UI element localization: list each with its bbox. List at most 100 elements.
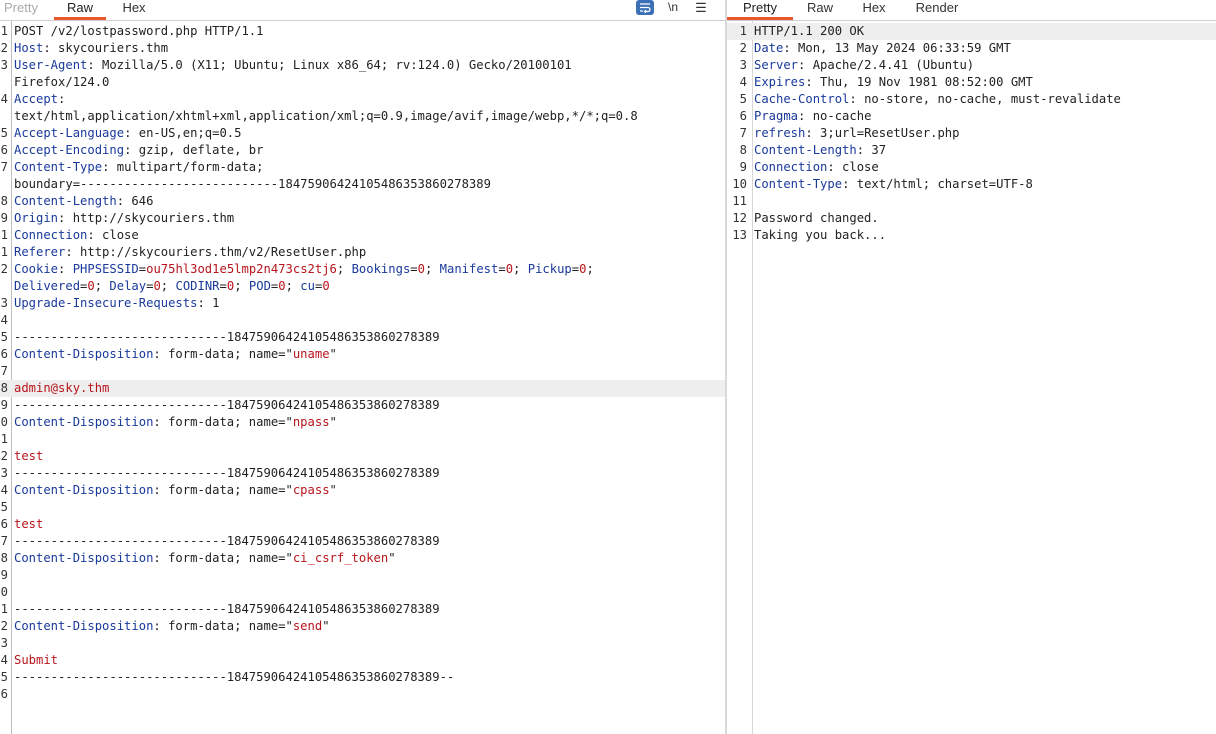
request-pane: Pretty Raw Hex \n ☰ 1 POST /v2/lostpasswo… xyxy=(0,0,726,734)
request-line[interactable]: 7 xyxy=(0,363,726,380)
line-text: Taking you back... xyxy=(754,227,886,244)
line-number: 3 xyxy=(0,296,8,310)
request-line[interactable]: 4 Accept: xyxy=(0,91,726,108)
line-number: 11 xyxy=(732,194,747,208)
response-line[interactable]: 7 refresh: 3;url=ResetUser.php xyxy=(727,125,1216,142)
line-number: 3 xyxy=(0,58,8,72)
line-text: Content-Disposition: form-data; name="se… xyxy=(14,618,330,635)
menu-icon[interactable]: ☰ xyxy=(692,0,710,17)
line-number: 7 xyxy=(0,534,8,548)
response-line[interactable]: 2 Date: Mon, 13 May 2024 06:33:59 GMT xyxy=(727,40,1216,57)
request-line[interactable]: 4 Content-Disposition: form-data; name="c… xyxy=(0,482,726,499)
request-line[interactable]: text/html,application/xhtml+xml,applicat… xyxy=(0,108,726,125)
line-number: 9 xyxy=(739,160,747,174)
request-line[interactable]: 1 Referer: http://skycouriers.thm/v2/Rese… xyxy=(0,244,726,261)
line-number: 8 xyxy=(0,194,8,208)
request-line[interactable]: Firefox/124.0 xyxy=(0,74,726,91)
request-line[interactable]: 9 Origin: http://skycouriers.thm xyxy=(0,210,726,227)
request-line[interactable]: boundary=---------------------------1847… xyxy=(0,176,726,193)
response-line[interactable]: 13 Taking you back... xyxy=(727,227,1216,244)
line-number: 1 xyxy=(739,24,747,38)
token-key: Accept-Language xyxy=(14,126,125,140)
request-toolbar: \n ☰ xyxy=(636,0,726,19)
request-line[interactable]: 8 Content-Length: 646 xyxy=(0,193,726,210)
response-line[interactable]: 6 Pragma: no-cache xyxy=(727,108,1216,125)
request-line[interactable]: 1 -----------------------------1847590642… xyxy=(0,601,726,618)
token-text: : 3;url=ResetUser.php xyxy=(805,126,960,140)
request-line[interactable]: 1 POST /v2/lostpassword.php HTTP/1.1 xyxy=(0,23,726,40)
response-line[interactable]: 9 Connection: close xyxy=(727,159,1216,176)
request-line[interactable]: 4 Submit xyxy=(0,652,726,669)
wrap-lines-icon[interactable] xyxy=(636,0,654,15)
request-line[interactable]: 5 Accept-Language: en-US,en;q=0.5 xyxy=(0,125,726,142)
line-number: 0 xyxy=(0,415,8,429)
tab-response-raw[interactable]: Raw xyxy=(803,0,837,19)
request-line[interactable]: 7 -----------------------------1847590642… xyxy=(0,533,726,550)
line-text: POST /v2/lostpassword.php HTTP/1.1 xyxy=(14,23,263,40)
request-line[interactable]: 2 test xyxy=(0,448,726,465)
request-line[interactable]: 5 -----------------------------1847590642… xyxy=(0,669,726,686)
token-text: = xyxy=(571,262,580,276)
request-line[interactable]: 9 -----------------------------1847590642… xyxy=(0,397,726,414)
tab-request-pretty[interactable]: Pretty xyxy=(0,0,42,19)
line-number: 9 xyxy=(0,568,8,582)
token-key: Origin xyxy=(14,211,59,225)
request-line[interactable]: 1 Connection: close xyxy=(0,227,726,244)
line-text: Pragma: no-cache xyxy=(754,108,871,125)
request-line[interactable]: 3 Upgrade-Insecure-Requests: 1 xyxy=(0,295,726,312)
request-line[interactable]: 2 Content-Disposition: form-data; name="s… xyxy=(0,618,726,635)
tab-request-raw[interactable]: Raw xyxy=(54,0,106,20)
request-line[interactable]: 1 xyxy=(0,431,726,448)
line-text: Date: Mon, 13 May 2024 06:33:59 GMT xyxy=(754,40,1011,57)
request-line[interactable]: 3 User-Agent: Mozilla/5.0 (X11; Ubuntu; L… xyxy=(0,57,726,74)
response-line[interactable]: 5 Cache-Control: no-store, no-cache, must… xyxy=(727,91,1216,108)
tab-response-pretty[interactable]: Pretty xyxy=(727,0,793,20)
request-line[interactable]: 6 xyxy=(0,686,726,703)
line-number: 10 xyxy=(732,177,747,191)
token-text: " xyxy=(329,415,337,429)
request-line[interactable]: 4 xyxy=(0,312,726,329)
response-line[interactable]: 1 HTTP/1.1 200 OK xyxy=(727,23,1216,40)
token-text: : no-store, no-cache, must-revalidate xyxy=(849,92,1121,106)
line-text: Upgrade-Insecure-Requests: 1 xyxy=(14,295,219,312)
request-line[interactable]: 8 admin@sky.thm xyxy=(0,380,726,397)
request-line[interactable]: 2 Host: skycouriers.thm xyxy=(0,40,726,57)
tab-request-hex[interactable]: Hex xyxy=(114,0,154,19)
tab-response-render[interactable]: Render xyxy=(911,0,963,19)
request-line[interactable]: 6 test xyxy=(0,516,726,533)
request-line[interactable]: 6 Content-Disposition: form-data; name="u… xyxy=(0,346,726,363)
request-line[interactable]: 5 -----------------------------1847590642… xyxy=(0,329,726,346)
line-number: 8 xyxy=(0,381,8,395)
request-line[interactable]: 3 -----------------------------1847590642… xyxy=(0,465,726,482)
response-line[interactable]: 10 Content-Type: text/html; charset=UTF-8 xyxy=(727,176,1216,193)
response-line[interactable]: 3 Server: Apache/2.4.41 (Ubuntu) xyxy=(727,57,1216,74)
token-value: ou75hl3od1e5lmp2n473cs2tj6 xyxy=(146,262,337,276)
line-number: 6 xyxy=(0,687,8,701)
response-line[interactable]: 11 xyxy=(727,193,1216,210)
request-line[interactable]: 2 Cookie: PHPSESSID=ou75hl3od1e5lmp2n473c… xyxy=(0,261,726,278)
request-editor[interactable]: 1 POST /v2/lostpassword.php HTTP/1.1 2 Host… xyxy=(0,21,726,734)
request-line[interactable]: 6 Accept-Encoding: gzip, deflate, br xyxy=(0,142,726,159)
response-line[interactable]: 8 Content-Length: 37 xyxy=(727,142,1216,159)
response-line[interactable]: 4 Expires: Thu, 19 Nov 1981 08:52:00 GMT xyxy=(727,74,1216,91)
token-text: Firefox/124.0 xyxy=(14,75,110,89)
request-line[interactable]: 0 Content-Disposition: form-data; name="n… xyxy=(0,414,726,431)
line-text: Content-Type: multipart/form-data; xyxy=(14,159,264,176)
show-newlines-icon[interactable]: \n xyxy=(664,0,682,17)
request-line[interactable]: Delivered=0; Delay=0; CODINR=0; POD=0; c… xyxy=(0,278,726,295)
response-line[interactable]: 12 Password changed. xyxy=(727,210,1216,227)
token-key: Content-Disposition xyxy=(14,551,154,565)
request-line[interactable]: 7 Content-Type: multipart/form-data; xyxy=(0,159,726,176)
request-line[interactable]: 3 xyxy=(0,635,726,652)
line-text: test xyxy=(14,516,43,533)
token-text: : close xyxy=(827,160,879,174)
line-text: Cache-Control: no-store, no-cache, must-… xyxy=(754,91,1121,108)
tab-response-hex[interactable]: Hex xyxy=(857,0,891,19)
request-line[interactable]: 9 xyxy=(0,567,726,584)
request-line[interactable]: 8 Content-Disposition: form-data; name="c… xyxy=(0,550,726,567)
token-key: Delay xyxy=(109,279,147,293)
request-line[interactable]: 0 xyxy=(0,584,726,601)
token-key: Content-Disposition xyxy=(14,415,154,429)
request-line[interactable]: 5 xyxy=(0,499,726,516)
response-editor[interactable]: 1 HTTP/1.1 200 OK 2 Date: Mon, 13 May 2024 … xyxy=(727,21,1216,734)
